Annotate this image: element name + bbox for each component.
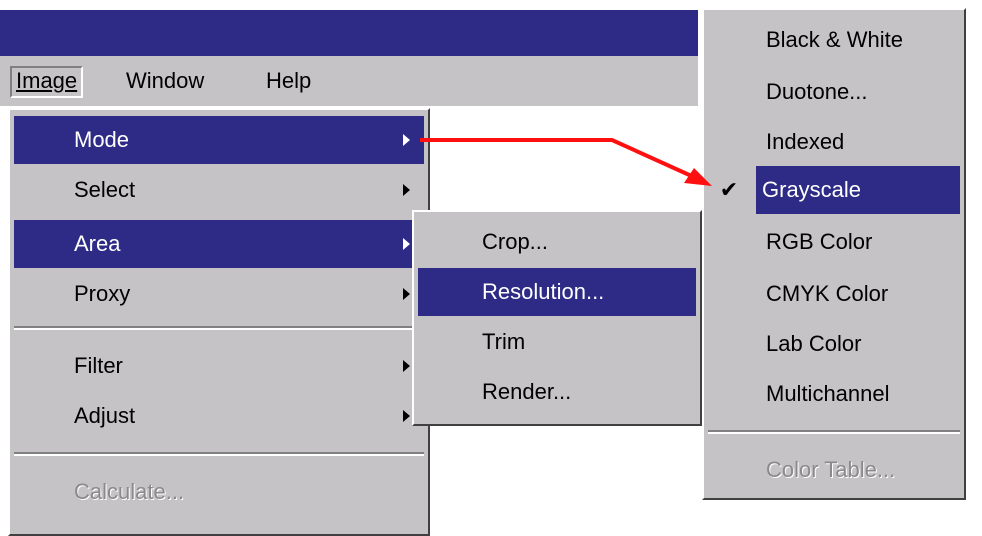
menubar-item-help-label: Help bbox=[266, 68, 312, 93]
menu-item-duotone[interactable]: Duotone... bbox=[708, 68, 960, 116]
menubar-item-image[interactable]: Image bbox=[10, 66, 84, 98]
submenu-arrow-icon bbox=[403, 134, 410, 146]
submenu-arrow-icon bbox=[403, 360, 410, 372]
menu-item-calculate: Calculate... bbox=[14, 468, 424, 516]
menu-item-proxy[interactable]: Proxy bbox=[14, 270, 424, 318]
menu-bar: Image Window Help bbox=[0, 56, 698, 106]
menu-item-lab-color-label: Lab Color bbox=[766, 331, 862, 356]
menu-item-grayscale[interactable]: ✔ Grayscale bbox=[708, 166, 960, 214]
menu-item-filter-label: Filter bbox=[74, 353, 123, 378]
menu-item-indexed[interactable]: Indexed bbox=[708, 118, 960, 166]
menu-item-calculate-label: Calculate... bbox=[74, 479, 185, 504]
menu-item-multichannel[interactable]: Multichannel bbox=[708, 370, 960, 418]
menu-item-black-white[interactable]: Black & White bbox=[708, 16, 960, 64]
menubar-item-window-label: Window bbox=[126, 68, 205, 93]
menu-item-cmyk-color[interactable]: CMYK Color bbox=[708, 270, 960, 318]
submenu-arrow-icon bbox=[403, 410, 410, 422]
menu-item-adjust-label: Adjust bbox=[74, 403, 136, 428]
submenu-arrow-icon bbox=[403, 184, 410, 196]
menu-item-resolution[interactable]: Resolution... bbox=[418, 268, 696, 316]
window-title-bar bbox=[0, 10, 698, 56]
submenu-arrow-icon bbox=[403, 238, 410, 250]
menubar-item-image-label: Image bbox=[16, 68, 78, 93]
menu-item-mode[interactable]: Mode bbox=[14, 116, 424, 164]
menu-item-render-label: Render... bbox=[482, 379, 572, 404]
menu-item-rgb-color[interactable]: RGB Color bbox=[708, 218, 960, 266]
menu-separator bbox=[14, 326, 424, 330]
menu-item-filter[interactable]: Filter bbox=[14, 342, 424, 390]
menubar-item-help[interactable]: Help bbox=[262, 66, 315, 96]
annotation-arrow-line bbox=[420, 138, 697, 180]
image-menu: Mode Select Area Proxy Filter Adjust Cal… bbox=[8, 108, 430, 536]
menu-item-color-table: Color Table... bbox=[708, 446, 960, 494]
menu-item-black-white-label: Black & White bbox=[766, 27, 903, 52]
grayscale-highlight: Grayscale bbox=[756, 166, 960, 214]
checkmark-icon: ✔ bbox=[719, 177, 739, 202]
menu-item-crop[interactable]: Crop... bbox=[418, 218, 696, 266]
menu-item-trim-label: Trim bbox=[482, 329, 526, 354]
menu-item-area[interactable]: Area bbox=[14, 220, 424, 268]
menu-item-select-label: Select bbox=[74, 177, 136, 202]
menu-item-render[interactable]: Render... bbox=[418, 368, 696, 416]
menu-item-area-label: Area bbox=[74, 231, 121, 256]
menu-item-cmyk-color-label: CMYK Color bbox=[766, 281, 889, 306]
menu-item-resolution-label: Resolution... bbox=[482, 279, 605, 304]
menu-separator bbox=[14, 452, 424, 456]
area-submenu: Crop... Resolution... Trim Render... bbox=[412, 210, 702, 426]
menu-item-lab-color[interactable]: Lab Color bbox=[708, 320, 960, 368]
menu-separator bbox=[708, 430, 960, 434]
menu-item-crop-label: Crop... bbox=[482, 229, 549, 254]
menu-item-duotone-label: Duotone... bbox=[766, 79, 868, 104]
submenu-arrow-icon bbox=[403, 288, 410, 300]
menu-item-mode-label: Mode bbox=[74, 127, 130, 152]
menu-item-select[interactable]: Select bbox=[14, 166, 424, 214]
menu-item-rgb-color-label: RGB Color bbox=[766, 229, 873, 254]
menu-item-indexed-label: Indexed bbox=[766, 129, 845, 154]
menu-item-adjust[interactable]: Adjust bbox=[14, 392, 424, 440]
menubar-item-window[interactable]: Window bbox=[122, 66, 208, 96]
menu-item-proxy-label: Proxy bbox=[74, 281, 131, 306]
menu-item-multichannel-label: Multichannel bbox=[766, 381, 890, 406]
menu-item-trim[interactable]: Trim bbox=[418, 318, 696, 366]
menu-item-color-table-label: Color Table... bbox=[766, 457, 896, 482]
mode-submenu: Black & White Duotone... Indexed ✔ Grays… bbox=[702, 8, 966, 500]
menu-item-grayscale-label: Grayscale bbox=[762, 177, 862, 202]
